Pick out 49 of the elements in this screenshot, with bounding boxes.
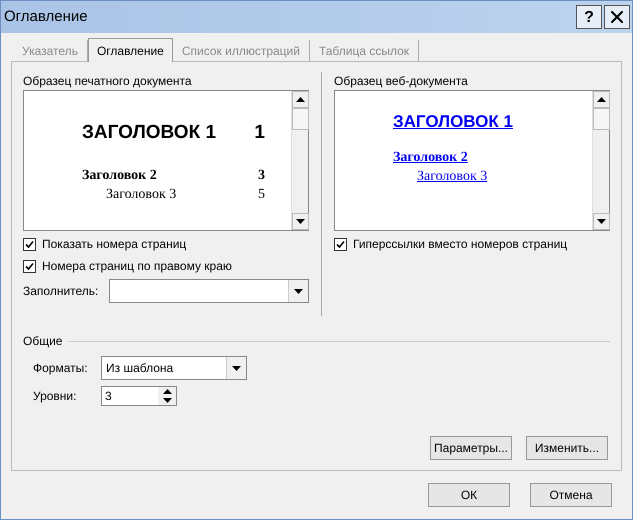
scroll-up-button[interactable] bbox=[593, 91, 610, 108]
scrollbar[interactable] bbox=[291, 91, 308, 230]
dialog-button[interactable]: Отмена bbox=[530, 483, 612, 507]
checkbox-label: Номера страниц по правому краю bbox=[42, 258, 232, 275]
heading-entry: Заголовок 2 bbox=[82, 167, 157, 184]
heading-link[interactable]: Заголовок 2 bbox=[393, 150, 468, 165]
spin-up-icon bbox=[162, 389, 172, 394]
levels-spinner[interactable]: 3 bbox=[101, 386, 177, 406]
arrow-up-icon bbox=[296, 97, 305, 102]
scrollbar[interactable] bbox=[592, 91, 609, 230]
page-number: 1 bbox=[254, 121, 265, 145]
section-label: Образец печатного документа bbox=[23, 73, 193, 90]
group-title: Общие bbox=[23, 333, 62, 350]
formats-dropdown[interactable]: Из шаблона bbox=[101, 356, 247, 380]
checkbox[interactable] bbox=[334, 238, 347, 250]
caret-icon bbox=[232, 366, 241, 370]
scroll-up-button[interactable] bbox=[292, 91, 309, 108]
dropdown-button[interactable] bbox=[288, 280, 308, 302]
dialog-button[interactable]: ОК bbox=[428, 483, 510, 507]
scroll-thumb[interactable] bbox=[292, 108, 309, 130]
spin-down-icon bbox=[162, 398, 172, 403]
heading-link[interactable]: ЗАГОЛОВОК 1 bbox=[393, 112, 513, 131]
formats-label: Форматы: bbox=[33, 360, 89, 377]
heading-link[interactable]: Заголовок 3 bbox=[417, 169, 488, 184]
checkbox[interactable] bbox=[23, 260, 36, 272]
levels-label: Уровни: bbox=[33, 388, 78, 405]
dropdown-button[interactable] bbox=[226, 357, 246, 379]
leader-label: Заполнитель: bbox=[23, 283, 100, 300]
dialog-button[interactable]: Параметры... bbox=[430, 436, 512, 460]
scroll-thumb[interactable] bbox=[593, 108, 610, 130]
scroll-down-button[interactable] bbox=[292, 213, 309, 230]
caret-icon bbox=[294, 288, 303, 294]
arrow-down-icon bbox=[296, 219, 305, 224]
checkbox[interactable] bbox=[23, 238, 36, 250]
heading-entry: Заголовок 3 bbox=[105, 186, 176, 203]
arrow-up-icon bbox=[597, 97, 606, 102]
scroll-down-button[interactable] bbox=[593, 213, 610, 230]
tab[interactable]: Оглавление bbox=[88, 38, 173, 62]
arrow-down-icon bbox=[597, 219, 606, 224]
heading-entry: ЗАГОЛОВОК 1 bbox=[82, 121, 216, 145]
section-label: Образец веб-документа bbox=[334, 73, 469, 90]
close-button[interactable] bbox=[604, 5, 630, 29]
window-title: Оглавление bbox=[4, 6, 89, 27]
page-number: 5 bbox=[258, 186, 265, 203]
help-button[interactable]: ? bbox=[576, 5, 602, 29]
dialog-button[interactable]: Изменить... bbox=[526, 436, 608, 460]
checkbox-label: Гиперссылки вместо номеров страниц bbox=[353, 236, 568, 253]
page-number: 3 bbox=[258, 167, 265, 184]
checkbox-label: Показать номера страниц bbox=[42, 236, 186, 253]
